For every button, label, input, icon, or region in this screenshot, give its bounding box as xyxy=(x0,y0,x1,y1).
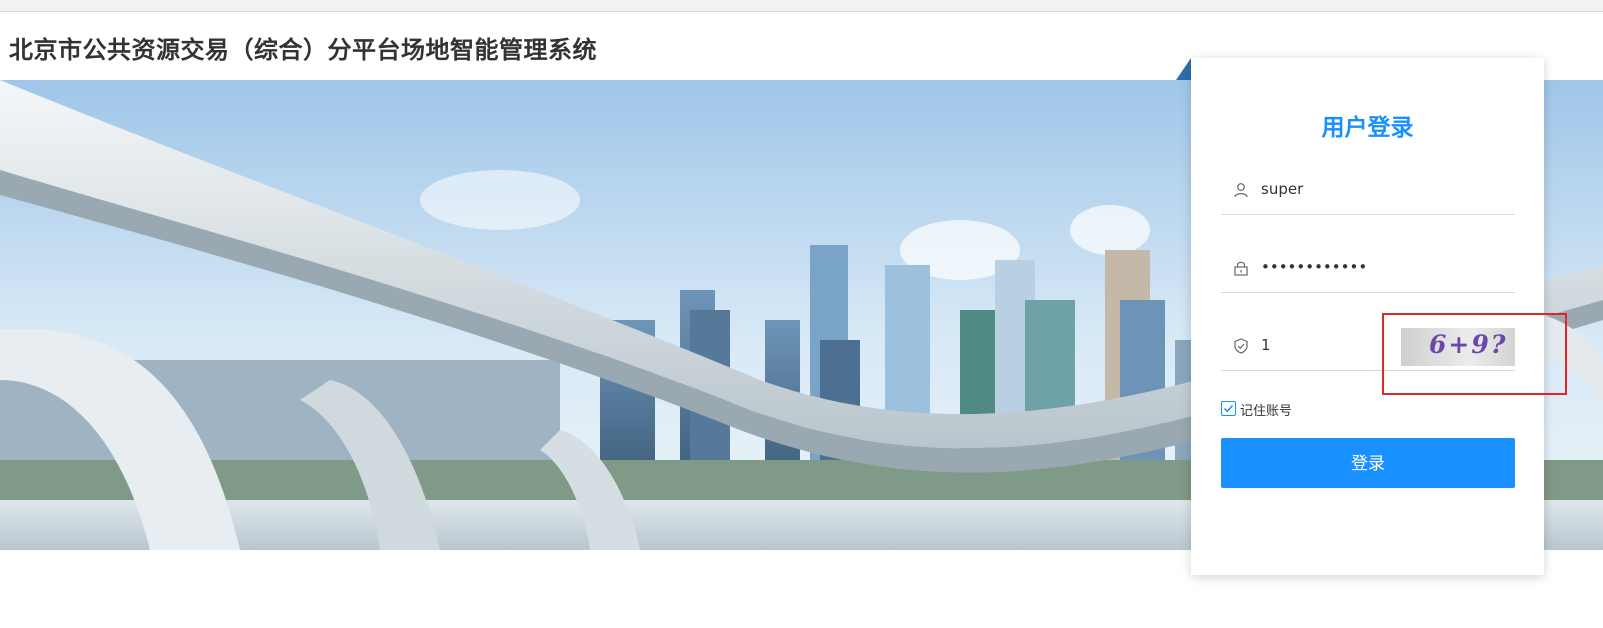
lock-icon xyxy=(1233,260,1249,276)
remember-label: 记住账号 xyxy=(1240,404,1293,419)
checkbox-check-icon xyxy=(1223,404,1234,413)
captcha-highlight-box xyxy=(1382,313,1567,395)
login-button[interactable]: 登录 xyxy=(1221,438,1515,488)
shield-check-icon xyxy=(1233,338,1249,354)
username-value[interactable]: super xyxy=(1261,180,1303,198)
password-value[interactable]: •••••••••••• xyxy=(1261,258,1367,276)
captcha-input-value[interactable]: 1 xyxy=(1261,336,1271,354)
login-title: 用户登录 xyxy=(1321,115,1414,141)
user-icon xyxy=(1233,182,1249,198)
username-field[interactable]: super xyxy=(1221,170,1515,215)
remember-checkbox[interactable] xyxy=(1221,401,1236,416)
card-corner-accent xyxy=(1176,58,1191,80)
page-title: 北京市公共资源交易（综合）分平台场地智能管理系统 xyxy=(9,36,597,64)
browser-bookmark-strip xyxy=(0,0,1603,12)
password-field[interactable]: •••••••••••• xyxy=(1221,248,1515,293)
